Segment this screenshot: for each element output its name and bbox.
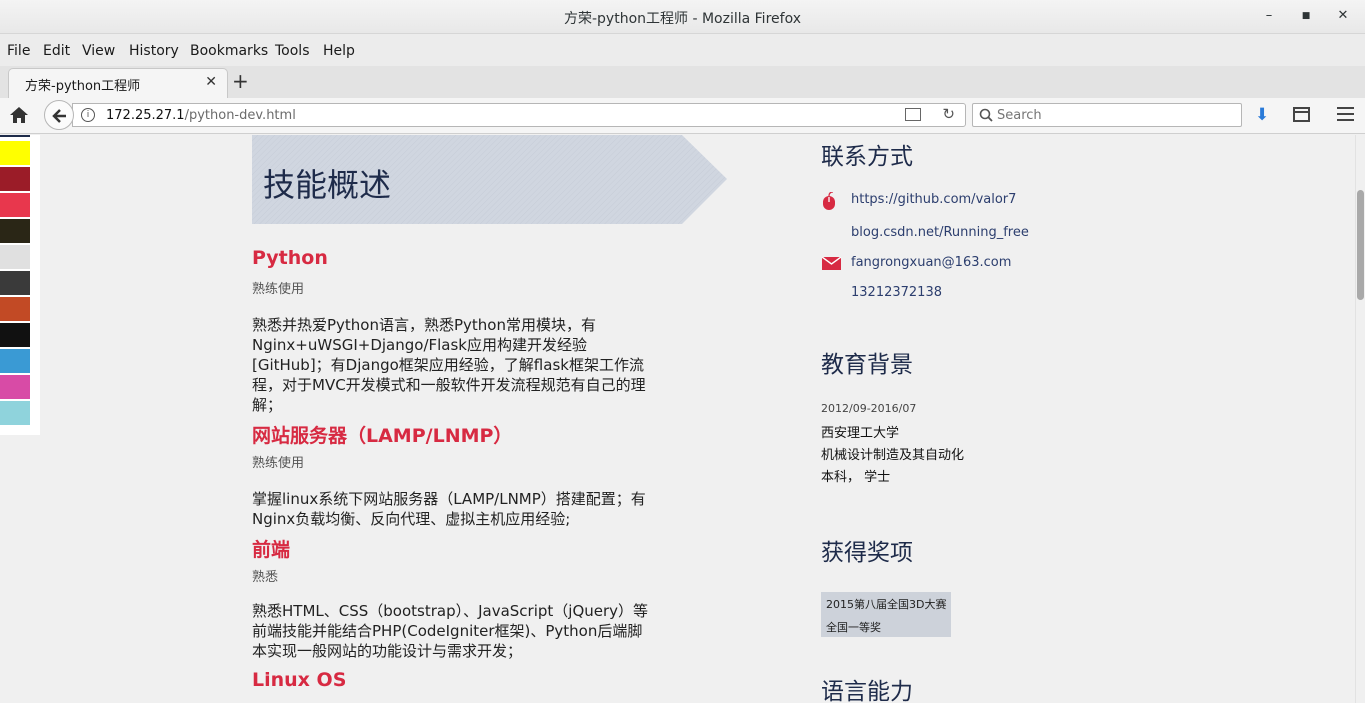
search-icon [979,108,993,122]
menu-bar: File Edit View History Bookmarks Tools H… [0,34,1365,66]
skill-description-line: 熟悉并热爱Python语言，熟悉Python常用模块，有 [252,316,596,334]
close-icon[interactable]: ✕ [1336,8,1350,24]
url-path: /python-dev.html [184,108,296,123]
contact-github[interactable]: https://github.com/valor7 [851,192,1016,207]
skill-description-line: 程，对于MVC开发模式和一般软件开发流程规范有自己的理 [252,376,646,394]
back-arrow-icon [52,109,66,123]
palette-swatch[interactable] [0,297,30,321]
skill-name: Linux OS [252,669,347,691]
menu-help[interactable]: Help [323,43,355,59]
new-tab-icon[interactable]: + [232,69,249,93]
minimize-icon[interactable]: – [1262,8,1276,24]
home-icon[interactable] [8,105,30,125]
skill-description-line: 前端技能并能结合PHP(CodeIgniter框架)、Python后端脚 [252,622,643,640]
url-text[interactable]: 172.25.27.1/python-dev.html [106,108,296,123]
menu-file[interactable]: File [7,43,30,59]
awards-heading: 获得奖项 [821,540,913,566]
palette-swatch[interactable] [0,271,30,295]
award-line-2: 全国一等奖 [826,621,881,634]
education-degree: 本科， 学士 [821,470,891,485]
menu-history[interactable]: History [129,43,179,59]
skill-name: 前端 [252,539,291,561]
contact-email[interactable]: fangrongxuan@163.com [851,255,1011,270]
education-school: 西安理工大学 [821,426,900,441]
education-heading: 教育背景 [821,352,913,378]
skill-description-line: Nginx+uWSGI+Django/Flask应用构建开发经验 [252,336,587,354]
menu-tools[interactable]: Tools [275,43,310,59]
maximize-icon[interactable]: ■ [1299,8,1313,24]
search-bar[interactable] [972,103,1242,127]
palette-swatch[interactable] [0,349,30,373]
menu-edit[interactable]: Edit [43,43,70,59]
palette-swatch[interactable] [0,135,30,137]
contact-phone: 13212372138 [851,285,942,300]
window-titlebar: 方荣-python工程师 - Mozilla Firefox – ■ ✕ [0,0,1365,34]
sidebar-icon[interactable] [1293,107,1310,122]
language-heading: 语言能力 [821,679,913,703]
contact-heading: 联系方式 [821,144,913,170]
skill-description-line: Nginx负载均衡、反向代理、虚拟主机应用经验; [252,510,571,528]
skill-level: 熟练使用 [252,456,305,471]
window-title: 方荣-python工程师 - Mozilla Firefox [563,11,801,27]
skill-description-line: [GitHub]；有Django框架应用经验，了解flask框架工作流 [252,356,644,374]
search-input[interactable] [997,107,1235,123]
reload-icon[interactable]: ↻ [942,105,955,123]
education-major: 机械设计制造及其自动化 [821,448,965,463]
palette-swatch[interactable] [0,375,30,399]
palette-swatch[interactable] [0,323,30,347]
tab-label: 方荣-python工程师 [25,79,141,94]
section-banner [252,135,727,224]
mail-icon [822,257,841,270]
award-badge: 2015第八届全国3D大赛 全国一等奖 [821,592,951,637]
reader-view-icon[interactable] [905,108,921,121]
scrollbar-thumb[interactable] [1357,190,1364,300]
education-date: 2012/09-2016/07 [821,402,917,415]
download-icon[interactable]: ⬇ [1255,105,1269,125]
tab-strip: 方荣-python工程师 ✕ + [0,66,1365,98]
menu-view[interactable]: View [82,43,115,59]
palette-swatch[interactable] [0,193,30,217]
palette-swatch[interactable] [0,401,30,425]
site-info-icon[interactable]: i [81,108,95,122]
mouse-icon [823,192,835,210]
palette-swatch[interactable] [0,141,30,165]
skill-name: 网站服务器（LAMP/LNMP） [252,425,513,447]
palette-swatch[interactable] [0,219,30,243]
palette-swatch[interactable] [0,245,30,269]
back-button[interactable] [44,100,74,130]
skill-level: 熟悉 [252,570,279,585]
skill-level: 熟练使用 [252,282,305,297]
menu-icon[interactable] [1337,107,1354,121]
url-host: 172.25.27.1 [106,108,185,123]
palette-swatch[interactable] [0,167,30,191]
skill-name: Python [252,247,328,269]
tab-active[interactable]: 方荣-python工程师 ✕ [8,68,228,98]
page-content: 技能概述 Python 熟练使用 熟悉并热爱Python语言，熟悉Python常用模… [0,135,1355,703]
page-scrollbar[interactable] [1355,135,1365,703]
url-bar[interactable]: i 172.25.27.1/python-dev.html ↻ [72,103,966,127]
menu-bookmarks[interactable]: Bookmarks [190,43,268,59]
tab-close-icon[interactable]: ✕ [205,74,217,90]
contact-blog[interactable]: blog.csdn.net/Running_free [851,225,1029,240]
skill-description-line: 本实现一般网站的功能设计与需求开发； [252,642,523,660]
color-palette [0,135,40,435]
skill-description-line: 熟悉HTML、CSS（bootstrap）、JavaScript（jQuery）… [252,602,649,620]
award-line-1: 2015第八届全国3D大赛 [826,598,947,611]
skill-description-line: 掌握linux系统下网站服务器（LAMP/LNMP）搭建配置；有 [252,490,646,508]
navigation-bar: i 172.25.27.1/python-dev.html ↻ ⬇ [0,98,1365,134]
skill-description-line: 解； [252,396,283,414]
